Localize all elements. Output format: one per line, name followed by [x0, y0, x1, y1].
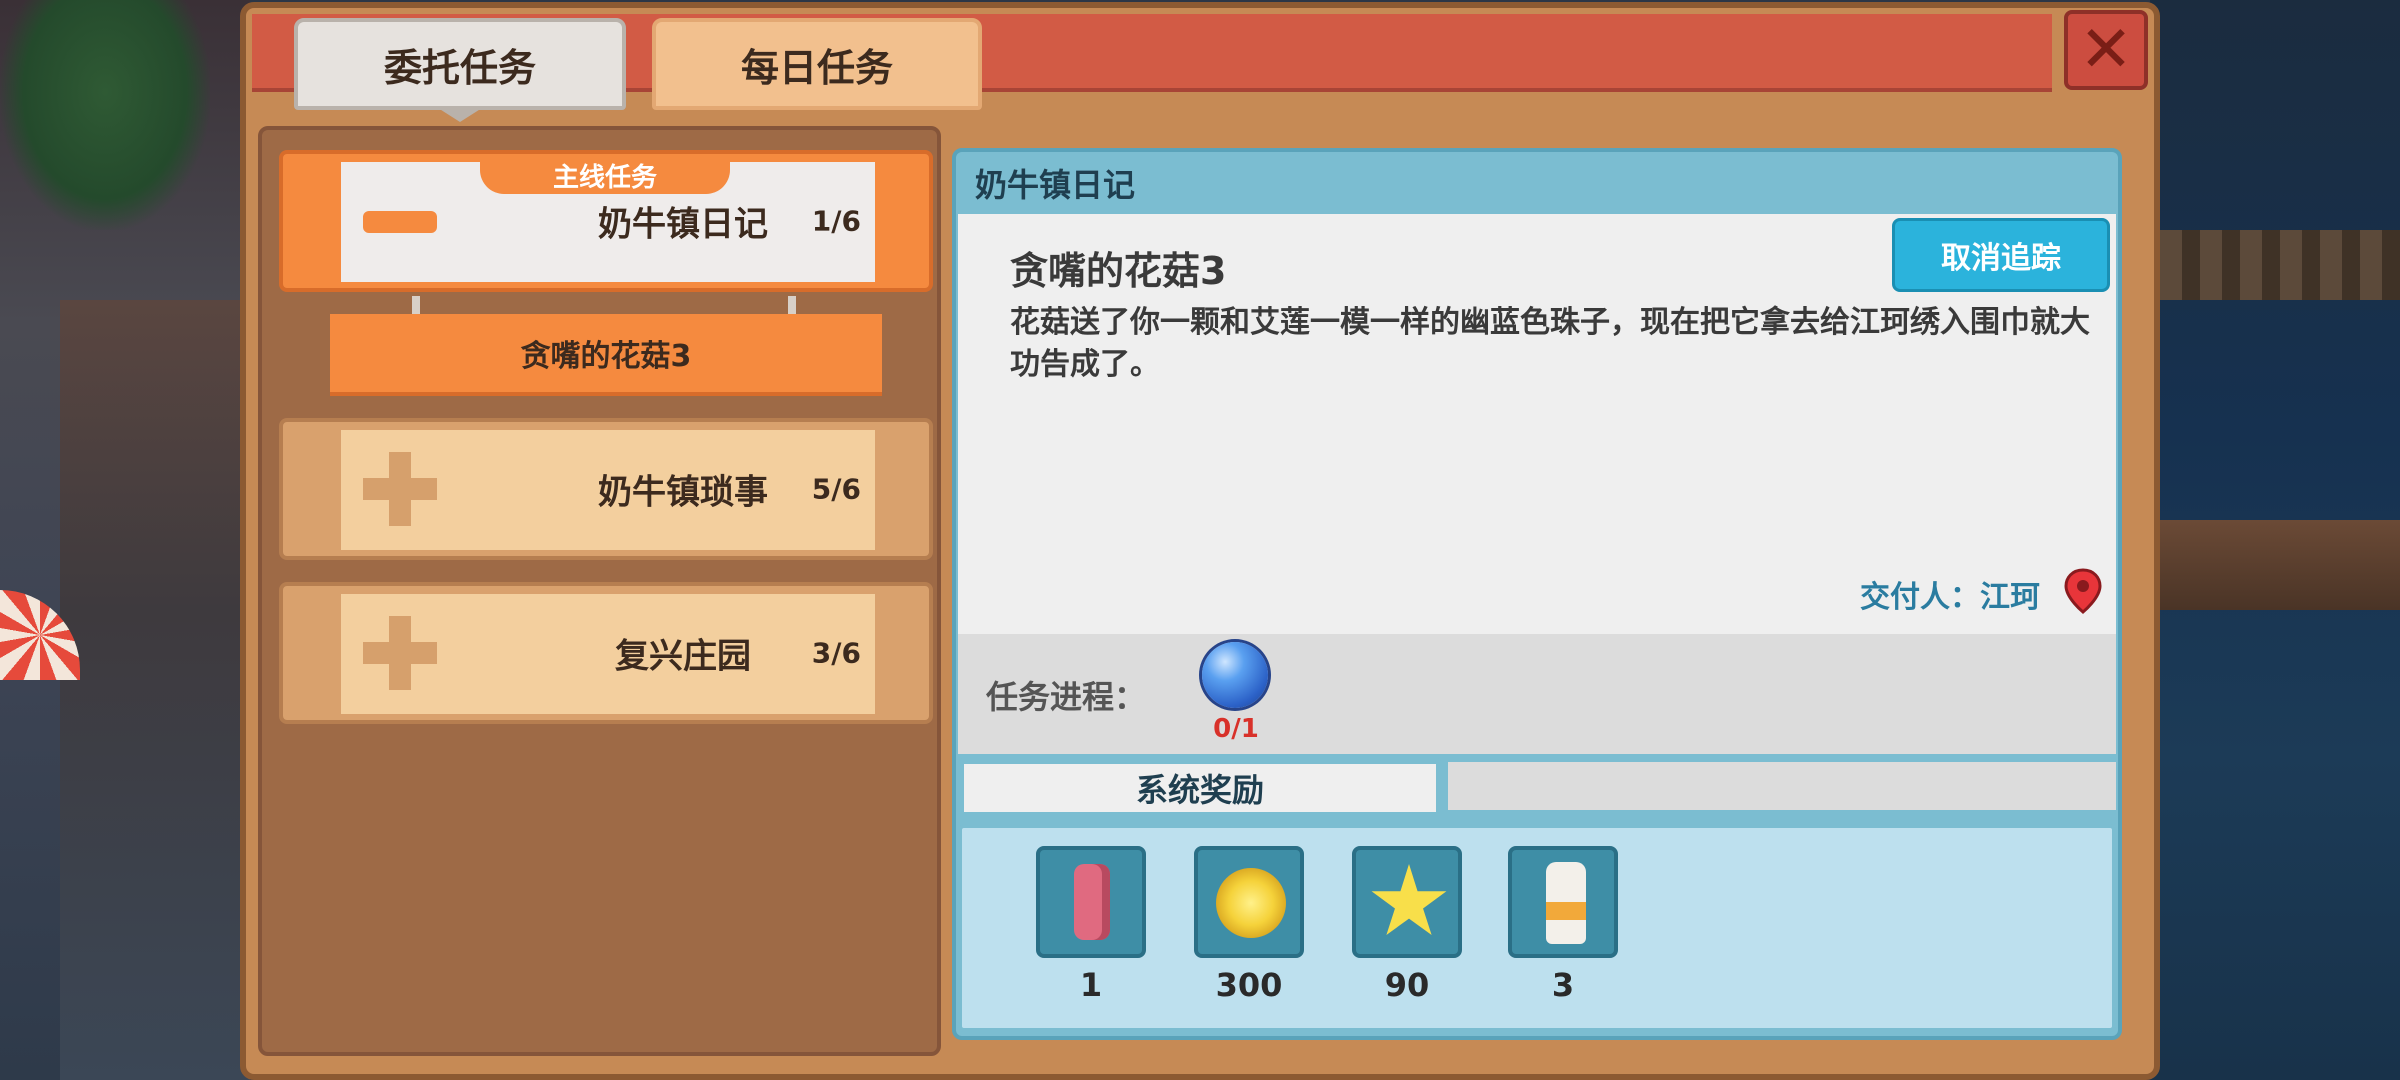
close-button[interactable]: ✕	[2064, 10, 2148, 90]
untrack-button[interactable]: 取消追踪	[1892, 218, 2110, 292]
subquest-item-selected[interactable]: 贪嘴的花菇3	[330, 314, 882, 396]
bridge	[2160, 520, 2400, 610]
quest-name: 奶牛镇日记	[598, 204, 768, 245]
blue-orb-icon[interactable]	[1202, 642, 1268, 708]
detail-header: 奶牛镇日记	[975, 166, 1136, 204]
quest-progress-count: 1/6	[811, 204, 861, 238]
reward-slot	[1508, 846, 1618, 958]
reward-slot	[1194, 846, 1304, 958]
quest-progress-count: 3/6	[811, 636, 861, 670]
quest-progress-count: 5/6	[811, 472, 861, 506]
task-description: 花菇送了你一颗和艾莲一模一样的幽蓝色珠子，现在把它拿去给江珂绣入围巾就大功告成了…	[1010, 305, 2090, 382]
reward-item[interactable]: 90	[1352, 846, 1462, 1004]
building-left	[60, 300, 250, 1080]
star-icon	[1371, 864, 1447, 935]
quest-giver: 交付人：江珂	[1860, 580, 2040, 615]
progress-item-count: 0/1	[1213, 714, 1259, 744]
reward-quantity: 90	[1384, 966, 1430, 1004]
reward-quantity: 300	[1215, 966, 1283, 1004]
connector-right	[788, 296, 796, 316]
reward-tab-bar	[1448, 762, 2116, 810]
quest-card[interactable]: 复兴庄园 3/6	[279, 582, 933, 724]
tab-daily-tasks[interactable]: 每日任务	[652, 18, 982, 110]
task-title: 贪嘴的花菇3	[1010, 249, 1227, 293]
quest-name: 奶牛镇琐事	[598, 472, 768, 513]
reward-item[interactable]: 300	[1194, 846, 1304, 1004]
bridge-railing	[2160, 230, 2400, 300]
progress-label: 任务进程：	[986, 678, 1147, 716]
collapse-minus-icon[interactable]	[363, 184, 437, 258]
christmas-tree	[0, 0, 210, 230]
milk-bottle-icon	[1546, 862, 1586, 944]
reward-slot	[1036, 846, 1146, 958]
tab-commission-tasks[interactable]: 委托任务	[294, 18, 626, 122]
scarf-icon	[1074, 864, 1110, 940]
main-quest-badge: 主线任务	[480, 156, 730, 194]
reward-quantity: 3	[1551, 966, 1575, 1004]
connector-left	[412, 296, 420, 316]
reward-item[interactable]: 3	[1508, 846, 1618, 1004]
quest-card[interactable]: 奶牛镇琐事 5/6	[279, 418, 933, 560]
reward-item[interactable]: 1	[1036, 846, 1146, 1004]
gold-coin-icon	[1216, 868, 1286, 938]
quest-name: 复兴庄园	[615, 636, 751, 677]
location-pin-icon[interactable]	[2064, 568, 2102, 614]
reward-slot	[1352, 846, 1462, 958]
reward-quantity: 1	[1079, 966, 1103, 1004]
expand-plus-icon[interactable]	[363, 616, 437, 690]
close-icon: ✕	[2079, 13, 2133, 87]
tab-system-rewards[interactable]: 系统奖励	[958, 758, 1442, 812]
expand-plus-icon[interactable]	[363, 452, 437, 526]
